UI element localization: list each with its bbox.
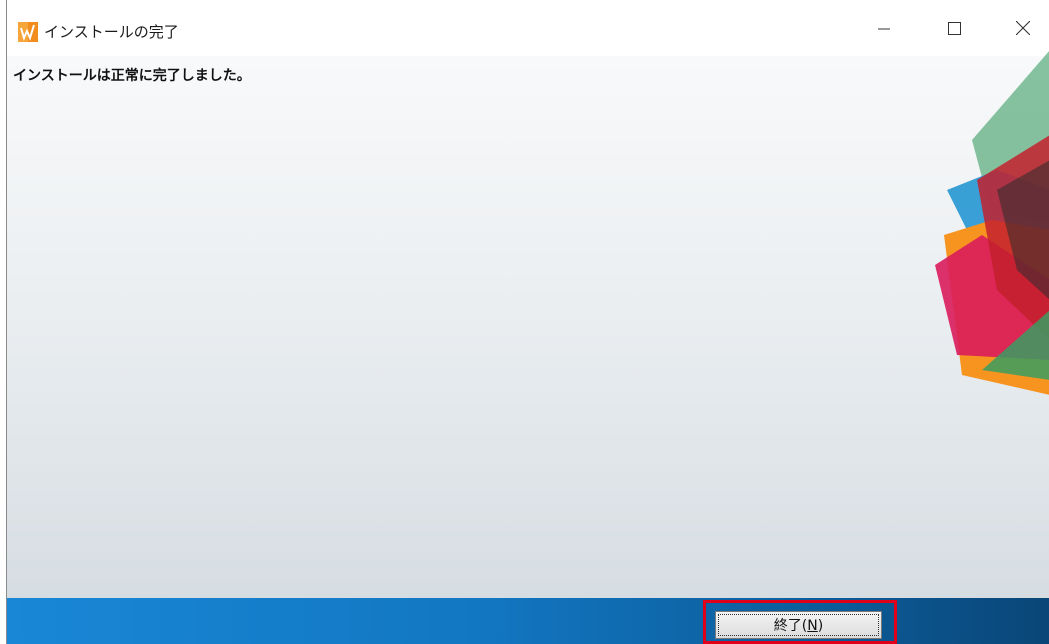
finish-button-suffix: )	[817, 618, 824, 634]
finish-button-label: 終了(	[773, 618, 808, 634]
close-icon	[1016, 21, 1030, 35]
finish-button[interactable]: 終了(N)	[715, 611, 882, 639]
completion-message: インストールは正常に完了しました。	[13, 68, 251, 84]
maximize-icon	[947, 21, 961, 35]
minimize-icon	[878, 22, 890, 34]
app-logo-icon	[18, 22, 38, 42]
window-title: インストールの完了	[44, 23, 179, 41]
finish-button-mnemonic: N	[807, 618, 818, 634]
installer-window: インストールの完了 インストールは正常に完了しました。	[6, 0, 1049, 644]
decorative-graphic	[887, 40, 1049, 440]
